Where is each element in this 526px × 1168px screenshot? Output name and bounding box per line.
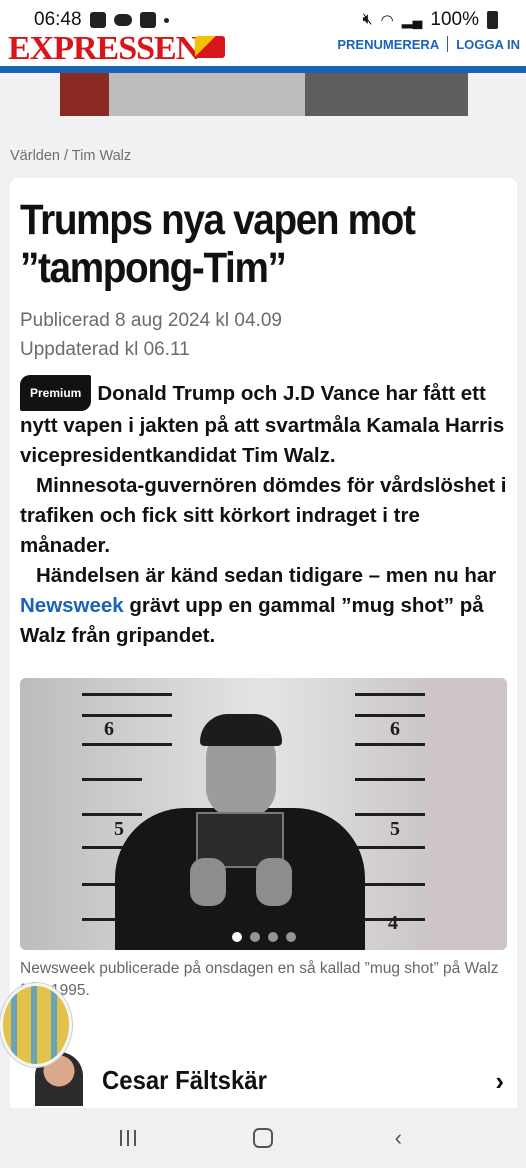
photo-right-panel: [427, 678, 507, 950]
height-label: 5: [114, 818, 124, 840]
home-icon: [252, 1128, 273, 1148]
login-link[interactable]: LOGGA IN: [456, 37, 520, 52]
height-line: [355, 778, 425, 781]
article-lead: Premium Donald Trump och J.D Vance har få…: [20, 375, 510, 651]
subject-hand: [190, 858, 226, 906]
mugshot-photo-carousel[interactable]: 6 6 5 5 4: [20, 678, 507, 950]
carousel-indicators: [20, 932, 507, 942]
header-accent-bar: [0, 66, 526, 73]
recent-apps-button[interactable]: [108, 1118, 148, 1158]
height-line: [355, 693, 425, 696]
article-headline: Trumps nya vapen mot ”tampong-Tim”: [20, 196, 506, 292]
height-label: 5: [390, 818, 400, 840]
height-line: [82, 778, 142, 781]
height-line: [355, 883, 425, 886]
status-bar: 06:48 🔇︎ ◠ ▂▄ 100%: [0, 0, 526, 40]
photo-caption: Newsweek publicerade på onsdagen en så k…: [20, 960, 499, 999]
headline-line-1: Trumps nya vapen mot: [20, 196, 416, 244]
battery-icon: [487, 11, 498, 29]
recent-apps-icon: [119, 1130, 136, 1146]
height-line: [355, 743, 425, 746]
author-name: Cesar Fältskär: [102, 1065, 267, 1095]
chevron-right-icon: ›: [495, 1066, 504, 1096]
subject-cap: [200, 714, 282, 746]
floating-badge-icon[interactable]: [0, 983, 72, 1067]
notification-dot-icon: [163, 17, 169, 23]
height-line: [82, 693, 172, 696]
carousel-dot[interactable]: [249, 932, 260, 942]
height-line: [355, 846, 425, 849]
home-button[interactable]: [243, 1118, 283, 1158]
premium-badge: Premium: [20, 375, 92, 411]
height-line: [82, 714, 172, 717]
check-box-icon: [139, 12, 156, 28]
subscribe-link[interactable]: PRENUMERERA: [337, 37, 439, 52]
paragraph-1-text: Donald Trump och J.D Vance har fått ett …: [20, 382, 505, 467]
lead-paragraph-2: Minnesota-guvernören dömdes för vårdslös…: [20, 471, 510, 561]
clock: 06:48: [34, 9, 82, 30]
height-line: [355, 714, 425, 717]
published-date: Publicerad 8 aug 2024 kl 04.09: [20, 310, 282, 331]
height-line: [355, 813, 425, 816]
paragraph-2-text: Minnesota-guvernören dömdes för vårdslös…: [20, 474, 507, 557]
lead-paragraph-3: Händelsen är känd sedan tidigare – men n…: [20, 561, 510, 651]
headline-line-2: ”tampong-Tim”: [20, 244, 287, 292]
wifi-icon: ◠: [380, 12, 394, 29]
header-divider: [447, 36, 449, 52]
paragraph-3-text-start: Händelsen är känd sedan tidigare – men n…: [36, 564, 497, 587]
mute-icon: 🔇︎: [362, 11, 373, 28]
lead-paragraph-1: Premium Donald Trump och J.D Vance har få…: [20, 375, 510, 471]
subject-hand: [256, 858, 292, 906]
signal-icon: ▂▄: [401, 11, 423, 28]
height-label: 6: [390, 718, 400, 740]
logo-lion-icon: [195, 36, 225, 58]
cloud-icon: [113, 14, 132, 26]
newsweek-link[interactable]: Newsweek: [20, 594, 124, 617]
height-line: [82, 813, 142, 816]
updated-date: Uppdaterad kl 06.11: [20, 339, 190, 360]
back-button[interactable]: ‹: [378, 1118, 418, 1158]
site-logo[interactable]: EXPRESSEN: [8, 36, 200, 68]
breadcrumb[interactable]: Världen / Tim Walz: [10, 148, 131, 164]
height-label: 6: [104, 718, 114, 740]
advertisement-banner[interactable]: [60, 73, 468, 116]
battery-level: 100%: [430, 9, 479, 30]
article-card: Trumps nya vapen mot ”tampong-Tim” Publi…: [10, 178, 517, 1118]
carousel-dot[interactable]: [231, 932, 242, 942]
carousel-dot[interactable]: [285, 932, 296, 942]
back-icon: ‹: [394, 1125, 402, 1150]
height-line: [82, 743, 172, 746]
image-icon: [89, 12, 106, 28]
system-navigation-bar: ‹: [0, 1108, 526, 1168]
carousel-dot[interactable]: [267, 932, 278, 942]
author-row[interactable]: Cesar Fältskär ›: [0, 1046, 526, 1106]
